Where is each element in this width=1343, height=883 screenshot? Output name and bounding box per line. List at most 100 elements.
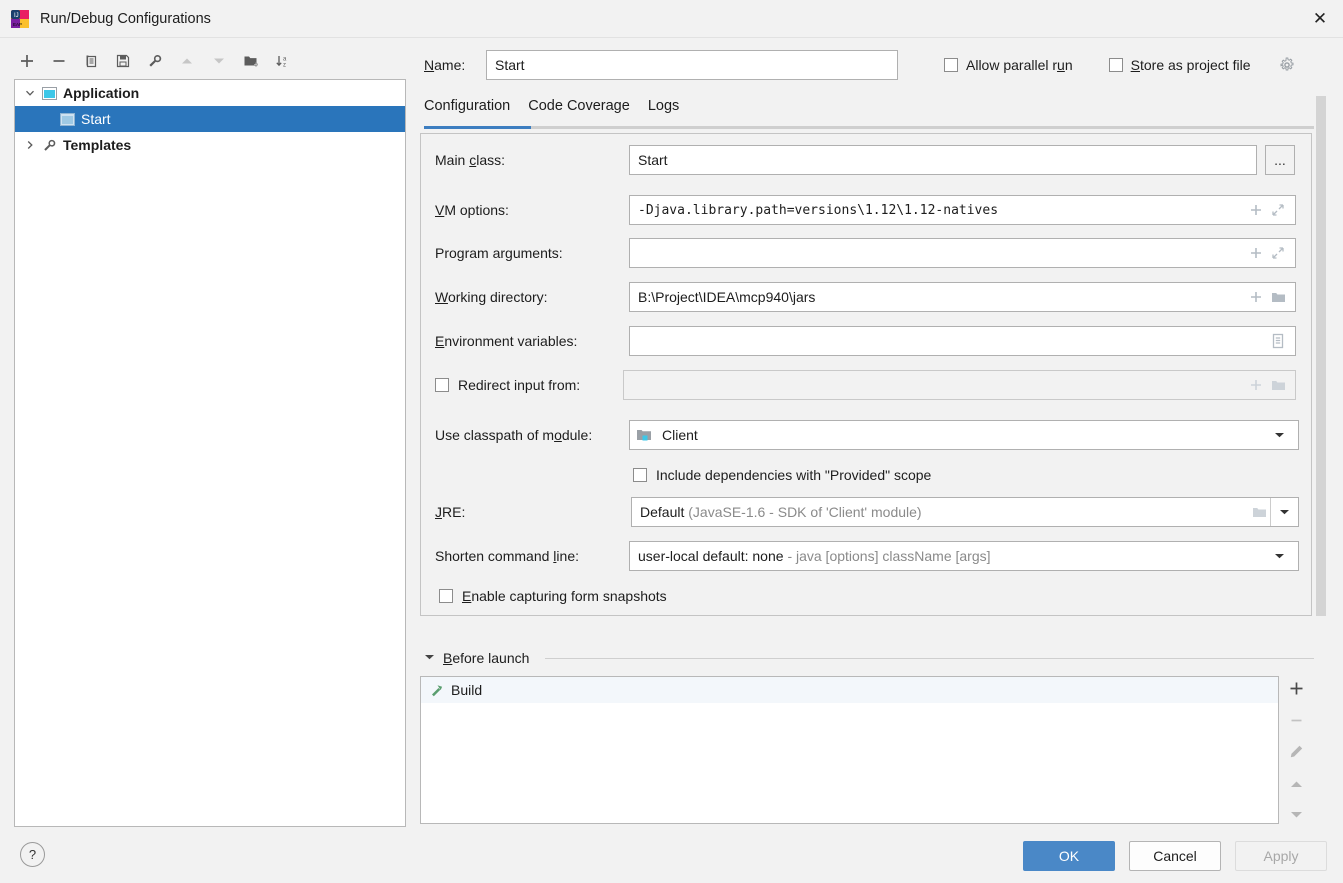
sort-alphabetically-button[interactable]: a z <box>268 47 298 75</box>
main-class-field[interactable]: Start <box>629 145 1257 175</box>
redirect-input-checkbox[interactable]: Redirect input from: <box>435 377 580 393</box>
redirect-input-field[interactable] <box>623 370 1296 400</box>
close-icon[interactable]: ✕ <box>1297 0 1343 37</box>
intellij-idea-eap-icon: IJ EAP <box>10 9 30 29</box>
ok-button[interactable]: OK <box>1023 841 1115 871</box>
before-launch-item[interactable]: Build <box>421 677 1278 703</box>
remove-configuration-button[interactable] <box>44 47 74 75</box>
environment-variables-label: Environment variables: <box>435 333 577 349</box>
new-folder-button[interactable] <box>236 47 266 75</box>
name-input[interactable] <box>486 50 898 80</box>
move-up-button[interactable] <box>172 47 202 75</box>
checkbox-box[interactable] <box>944 58 958 72</box>
use-classpath-label: Use classpath of module: <box>435 427 592 443</box>
shorten-command-line-combobox[interactable]: user-local default: none - java [options… <box>629 541 1299 571</box>
checkbox-box[interactable] <box>633 468 647 482</box>
chevron-down-icon[interactable] <box>1266 542 1292 570</box>
gear-icon[interactable] <box>1278 56 1296 74</box>
copy-configuration-button[interactable] <box>76 47 106 75</box>
program-arguments-label: Program arguments: <box>435 245 563 261</box>
before-launch-list[interactable]: Build <box>420 676 1279 824</box>
configurations-tree[interactable]: Application Start Templa <box>14 79 406 827</box>
tree-node-application[interactable]: Application <box>15 80 405 106</box>
chevron-right-icon[interactable] <box>21 136 39 154</box>
vm-options-row: VM options: -Djava.library.path=versions… <box>421 195 1311 225</box>
program-arguments-field[interactable] <box>629 238 1296 268</box>
shorten-value-main: user-local default: none <box>638 548 784 564</box>
enable-capturing-label: Enable capturing form snapshots <box>462 588 667 604</box>
folder-icon[interactable] <box>1248 505 1270 519</box>
shorten-value-hint: - java [options] className [args] <box>787 548 990 564</box>
add-task-button[interactable] <box>1284 680 1308 698</box>
before-launch-header[interactable]: Before launch <box>424 648 1314 668</box>
allow-parallel-run-checkbox[interactable]: Allow parallel run <box>944 57 1073 73</box>
before-launch-divider <box>545 658 1314 659</box>
include-provided-scope-row: Include dependencies with "Provided" sco… <box>421 460 1311 490</box>
plus-icon[interactable] <box>1245 203 1267 217</box>
chevron-down-icon[interactable] <box>21 84 39 102</box>
use-classpath-combobox[interactable]: Client <box>629 420 1299 450</box>
help-button[interactable]: ? <box>20 842 45 867</box>
cancel-button[interactable]: Cancel <box>1129 841 1221 871</box>
shorten-command-line-row: Shorten command line: user-local default… <box>421 541 1311 571</box>
checkbox-box[interactable] <box>435 378 449 392</box>
vm-options-field[interactable]: -Djava.library.path=versions\1.12\1.12-n… <box>629 195 1296 225</box>
checkbox-box[interactable] <box>1109 58 1123 72</box>
plus-icon[interactable] <box>1245 378 1267 392</box>
redirect-input-row: Redirect input from: <box>421 370 1311 400</box>
working-directory-label: Working directory: <box>435 289 548 305</box>
move-task-up-button[interactable] <box>1284 775 1308 793</box>
vertical-scrollbar-thumb[interactable] <box>1316 96 1326 616</box>
checkbox-box[interactable] <box>439 589 453 603</box>
move-task-down-button[interactable] <box>1284 806 1308 824</box>
environment-variables-field[interactable] <box>629 326 1296 356</box>
add-configuration-button[interactable] <box>12 47 42 75</box>
include-provided-scope-checkbox[interactable]: Include dependencies with "Provided" sco… <box>633 467 931 483</box>
jre-value-main: Default <box>640 504 684 520</box>
tab-underline-track <box>424 126 1314 129</box>
top-checkbox-group: Allow parallel run Store as project file <box>944 56 1296 74</box>
tree-node-label: Templates <box>63 137 131 153</box>
triangle-down-icon[interactable] <box>424 653 435 663</box>
edit-task-button[interactable] <box>1284 743 1308 761</box>
use-classpath-row: Use classpath of module: Client <box>421 420 1311 450</box>
tab-bar: Configuration Code Coverage Logs <box>424 98 1314 128</box>
chevron-down-icon[interactable] <box>1270 498 1298 526</box>
before-launch-title: Before launch <box>443 650 529 666</box>
move-down-button[interactable] <box>204 47 234 75</box>
edit-templates-button[interactable] <box>140 47 170 75</box>
list-document-icon[interactable] <box>1267 333 1289 349</box>
expand-icon[interactable] <box>1267 246 1289 260</box>
folder-icon[interactable] <box>1267 290 1289 304</box>
save-configuration-button[interactable] <box>108 47 138 75</box>
name-label: Name: <box>424 57 486 73</box>
enable-capturing-row: Enable capturing form snapshots <box>421 581 1311 611</box>
main-class-browse-button[interactable]: ... <box>1265 145 1295 175</box>
store-as-project-file-checkbox[interactable]: Store as project file <box>1109 56 1297 74</box>
svg-text:z: z <box>283 63 286 69</box>
apply-button[interactable]: Apply <box>1235 841 1327 871</box>
redirect-input-label: Redirect input from: <box>458 377 580 393</box>
tab-code-coverage[interactable]: Code Coverage <box>528 98 630 120</box>
shorten-command-line-value: user-local default: none - java [options… <box>638 548 1266 564</box>
tree-node-templates[interactable]: Templates <box>15 132 405 158</box>
jre-combobox[interactable]: Default (JavaSE-1.6 - SDK of 'Client' mo… <box>631 497 1299 527</box>
chevron-down-icon[interactable] <box>1266 421 1292 449</box>
use-classpath-value: Client <box>662 427 1266 443</box>
plus-icon[interactable] <box>1245 290 1267 304</box>
tab-logs[interactable]: Logs <box>648 98 679 120</box>
remove-task-button[interactable] <box>1284 712 1308 730</box>
tab-configuration[interactable]: Configuration <box>424 98 510 120</box>
folder-icon[interactable] <box>1267 378 1289 392</box>
jre-label: JRE: <box>435 504 465 520</box>
environment-variables-row: Environment variables: <box>421 326 1311 356</box>
expand-icon[interactable] <box>1267 203 1289 217</box>
enable-capturing-checkbox[interactable]: Enable capturing form snapshots <box>439 588 667 604</box>
run-debug-configurations-dialog: IJ EAP Run/Debug Configurations ✕ <box>0 0 1343 883</box>
configurations-toolbar: a z <box>12 44 408 78</box>
allow-parallel-run-label: Allow parallel run <box>966 57 1073 73</box>
plus-icon[interactable] <box>1245 246 1267 260</box>
working-directory-field[interactable]: B:\Project\IDEA\mcp940\jars <box>629 282 1296 312</box>
tree-node-start[interactable]: Start <box>15 106 405 132</box>
module-folder-icon <box>636 428 658 442</box>
